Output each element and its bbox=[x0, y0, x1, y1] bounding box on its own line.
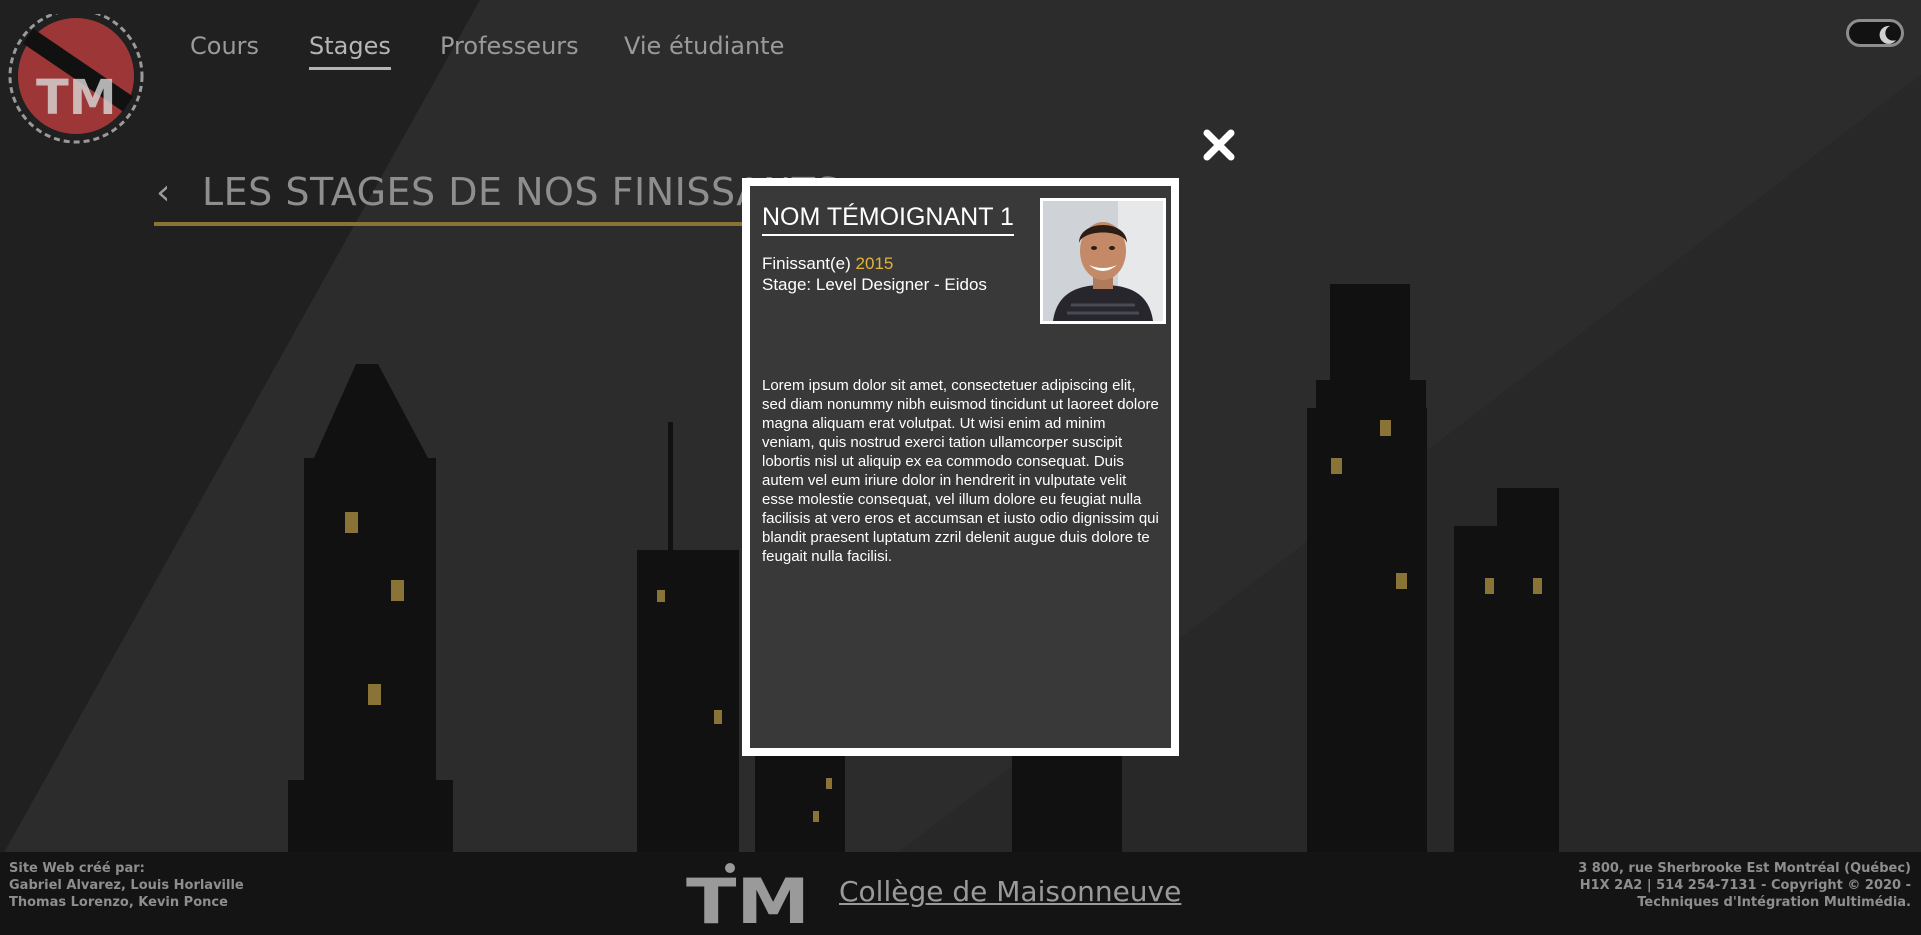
nav-item-vie-etudiante[interactable]: Vie étudiante bbox=[624, 32, 784, 60]
credits-line-2: Thomas Lorenzo, Kevin Ponce bbox=[9, 895, 228, 910]
footer-address: 3 800, rue Sherbrooke Est Montréal (Québ… bbox=[1578, 860, 1911, 911]
theme-toggle[interactable] bbox=[1846, 19, 1904, 47]
stage-line: Stage: Level Designer - Eidos bbox=[762, 275, 987, 294]
tm-logo[interactable]: TM bbox=[6, 8, 146, 154]
logo-text: TM bbox=[36, 70, 117, 126]
page-heading: ‹ LES STAGES DE NOS FINISSANTS bbox=[154, 166, 840, 226]
close-icon bbox=[1203, 129, 1235, 161]
address-line-1: 3 800, rue Sherbrooke Est Montréal (Québ… bbox=[1578, 861, 1911, 876]
nav-item-stages[interactable]: Stages bbox=[309, 32, 391, 70]
moon-icon bbox=[1879, 25, 1896, 44]
graduation-label: Finissant(e) bbox=[762, 254, 851, 273]
graduation-line: Finissant(e) 2015 bbox=[762, 253, 987, 274]
footer: Site Web créé par: Gabriel Alvarez, Loui… bbox=[0, 852, 1921, 935]
footer-logo-text: TM bbox=[686, 865, 810, 925]
credits-line-1: Gabriel Alvarez, Louis Horlaville bbox=[9, 878, 244, 893]
address-line-3: Techniques d'Intégration Multimédia. bbox=[1637, 895, 1911, 910]
testimonial-body: Lorem ipsum dolor sit amet, consectetuer… bbox=[762, 377, 1159, 565]
testimonial-modal: NOM TÉMOIGNANT 1 Finissant(e) 2015 Stage… bbox=[742, 178, 1179, 756]
close-modal-button[interactable] bbox=[1200, 126, 1238, 164]
back-chevron-icon[interactable]: ‹ bbox=[156, 172, 170, 213]
graduation-year: 2015 bbox=[855, 254, 894, 273]
footer-credits: Site Web créé par: Gabriel Alvarez, Loui… bbox=[9, 860, 244, 911]
nav-item-cours[interactable]: Cours bbox=[190, 32, 259, 60]
person-avatar-icon bbox=[1043, 201, 1163, 321]
modal-content: NOM TÉMOIGNANT 1 Finissant(e) 2015 Stage… bbox=[750, 186, 1171, 748]
footer-tm-logo[interactable]: TM bbox=[686, 863, 812, 935]
testimonial-meta: Finissant(e) 2015 Stage: Level Designer … bbox=[762, 253, 987, 295]
credits-title: Site Web créé par: bbox=[9, 861, 145, 876]
nav-item-professeurs[interactable]: Professeurs bbox=[440, 32, 579, 60]
testimonial-name: NOM TÉMOIGNANT 1 bbox=[762, 203, 1014, 236]
address-line-2: H1X 2A2 | 514 254-7131 - Copyright © 202… bbox=[1579, 878, 1911, 893]
college-link[interactable]: Collège de Maisonneuve bbox=[839, 875, 1181, 908]
testimonial-photo bbox=[1040, 198, 1166, 324]
